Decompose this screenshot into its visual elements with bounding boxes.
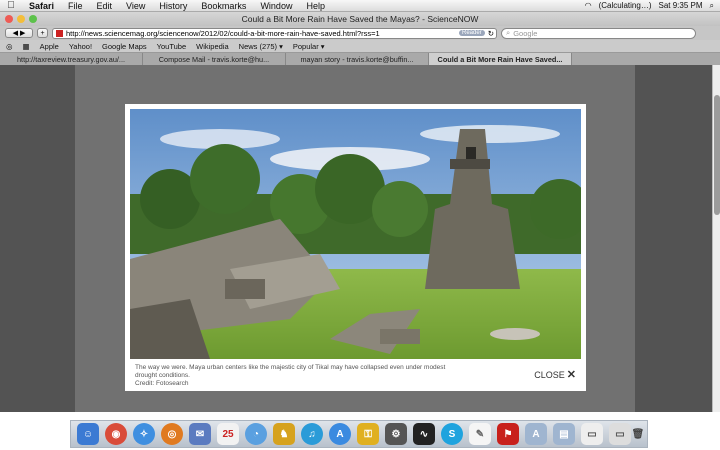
search-field[interactable]: ⌕ Google — [501, 27, 696, 39]
ical-icon[interactable]: 25 — [217, 423, 239, 445]
bookmark-item[interactable]: News (275) ▾ — [239, 42, 283, 51]
favicon-icon — [56, 29, 63, 37]
menu-window[interactable]: Window — [253, 1, 299, 11]
chrome-icon[interactable]: ◉ — [105, 423, 127, 445]
tab-spacer — [572, 53, 715, 65]
reload-icon[interactable]: ↻ — [488, 29, 496, 38]
spotlight-icon[interactable]: ⌕ — [710, 1, 714, 11]
menu-bookmarks[interactable]: Bookmarks — [194, 1, 253, 11]
scrollbar[interactable] — [712, 65, 720, 412]
tab-bar: http://taxreview.treasury.gov.au/... Com… — [0, 53, 720, 65]
bookmarks-bar: ◎ ▦ Apple Yahoo! Google Maps YouTube Wik… — [0, 40, 720, 53]
window-titlebar: Could a Bit More Rain Have Saved the May… — [0, 12, 720, 26]
page-content: The way we were. Maya urban centers like… — [0, 65, 720, 412]
applications-folder-icon[interactable]: A — [525, 423, 547, 445]
address-field[interactable]: http://news.sciencemag.org/sciencenow/20… — [52, 27, 497, 39]
bookmark-item[interactable]: Wikipedia — [196, 42, 229, 51]
top-sites-icon[interactable]: ▦ — [23, 42, 30, 51]
back-forward-buttons[interactable]: ◀ ▶ — [5, 28, 33, 38]
menu-edit[interactable]: Edit — [90, 1, 120, 11]
window-title: Could a Bit More Rain Have Saved the May… — [241, 14, 479, 24]
skype-icon[interactable]: S — [441, 423, 463, 445]
bookmark-item[interactable]: Apple — [40, 42, 59, 51]
tab-active[interactable]: Could a Bit More Rain Have Saved... — [429, 53, 572, 65]
close-label: CLOSE — [534, 369, 565, 380]
add-bookmark-button[interactable]: + — [37, 28, 48, 38]
finder-icon[interactable]: ☺ — [77, 423, 99, 445]
navigation-bar: ◀ ▶ + http://news.sciencemag.org/science… — [0, 26, 720, 40]
bookmark-item[interactable]: YouTube — [157, 42, 186, 51]
menu-history[interactable]: History — [152, 1, 194, 11]
tikal-photo — [130, 109, 581, 359]
close-icon: ✕ — [566, 369, 576, 381]
photo-caption: The way we were. Maya urban centers like… — [135, 364, 446, 379]
menu-bar:  Safari File Edit View History Bookmark… — [0, 0, 720, 12]
acrobat-icon[interactable]: ⚑ — [497, 423, 519, 445]
tab[interactable]: http://taxreview.treasury.gov.au/... — [0, 53, 143, 65]
menu-help[interactable]: Help — [299, 1, 332, 11]
firefox-icon[interactable]: ◎ — [161, 423, 183, 445]
menu-safari[interactable]: Safari — [22, 1, 61, 11]
mail-icon[interactable]: ✉ — [189, 423, 211, 445]
clock[interactable]: Sat 9:35 PM — [658, 1, 702, 10]
search-placeholder: Google — [513, 28, 538, 38]
keychain-icon[interactable]: ⚿ — [357, 423, 379, 445]
image-lightbox: The way we were. Maya urban centers like… — [125, 104, 586, 391]
activity-monitor-icon[interactable]: ∿ — [413, 423, 435, 445]
menu-file[interactable]: File — [61, 1, 90, 11]
bookmark-item[interactable]: Yahoo! — [69, 42, 92, 51]
tab[interactable]: Compose Mail - travis.korte@hu... — [143, 53, 286, 65]
safari-icon[interactable]: ✧ — [133, 423, 155, 445]
scrollbar-thumb[interactable] — [714, 95, 720, 215]
close-button[interactable]: CLOSE ✕ — [534, 368, 576, 381]
bookmark-item[interactable]: Google Maps — [102, 42, 147, 51]
dock-shelf: ☺ ◉ ✧ ◎ ✉ 25 ◔ ♞ ♫ A ⚿ ⚙ ∿ S ✎ ⚑ A ▤ ▭ ▭… — [70, 420, 648, 448]
notes-icon[interactable]: ✎ — [469, 423, 491, 445]
dock: ☺ ◉ ✧ ◎ ✉ 25 ◔ ♞ ♫ A ⚿ ⚙ ∿ S ✎ ⚑ A ▤ ▭ ▭… — [0, 412, 720, 450]
document-icon[interactable]: ▭ — [581, 423, 603, 445]
search-icon: ⌕ — [506, 28, 511, 37]
bookmark-item[interactable]: Popular ▾ — [293, 42, 325, 51]
app-store-icon[interactable]: A — [329, 423, 351, 445]
reader-button[interactable]: Reader — [459, 30, 485, 36]
battery-status[interactable]: (Calculating…) — [599, 1, 652, 10]
apple-menu-icon[interactable]:  — [0, 0, 22, 11]
tab[interactable]: mayan story - travis.korte@buffin... — [286, 53, 429, 65]
ichat-icon[interactable]: ◔ — [245, 423, 267, 445]
menu-view[interactable]: View — [119, 1, 152, 11]
documents-folder-icon[interactable]: ▤ — [553, 423, 575, 445]
url-text: http://news.sciencemag.org/sciencenow/20… — [66, 28, 380, 38]
photo-credit: Credit: Fotosearch — [135, 380, 189, 387]
aim-icon[interactable]: ♞ — [273, 423, 295, 445]
wifi-icon[interactable]: ◠ — [585, 1, 592, 10]
itunes-icon[interactable]: ♫ — [301, 423, 323, 445]
system-preferences-icon[interactable]: ⚙ — [385, 423, 407, 445]
reading-list-icon[interactable]: ◎ — [6, 42, 13, 51]
trash-icon[interactable]: 🗑 — [627, 423, 649, 445]
